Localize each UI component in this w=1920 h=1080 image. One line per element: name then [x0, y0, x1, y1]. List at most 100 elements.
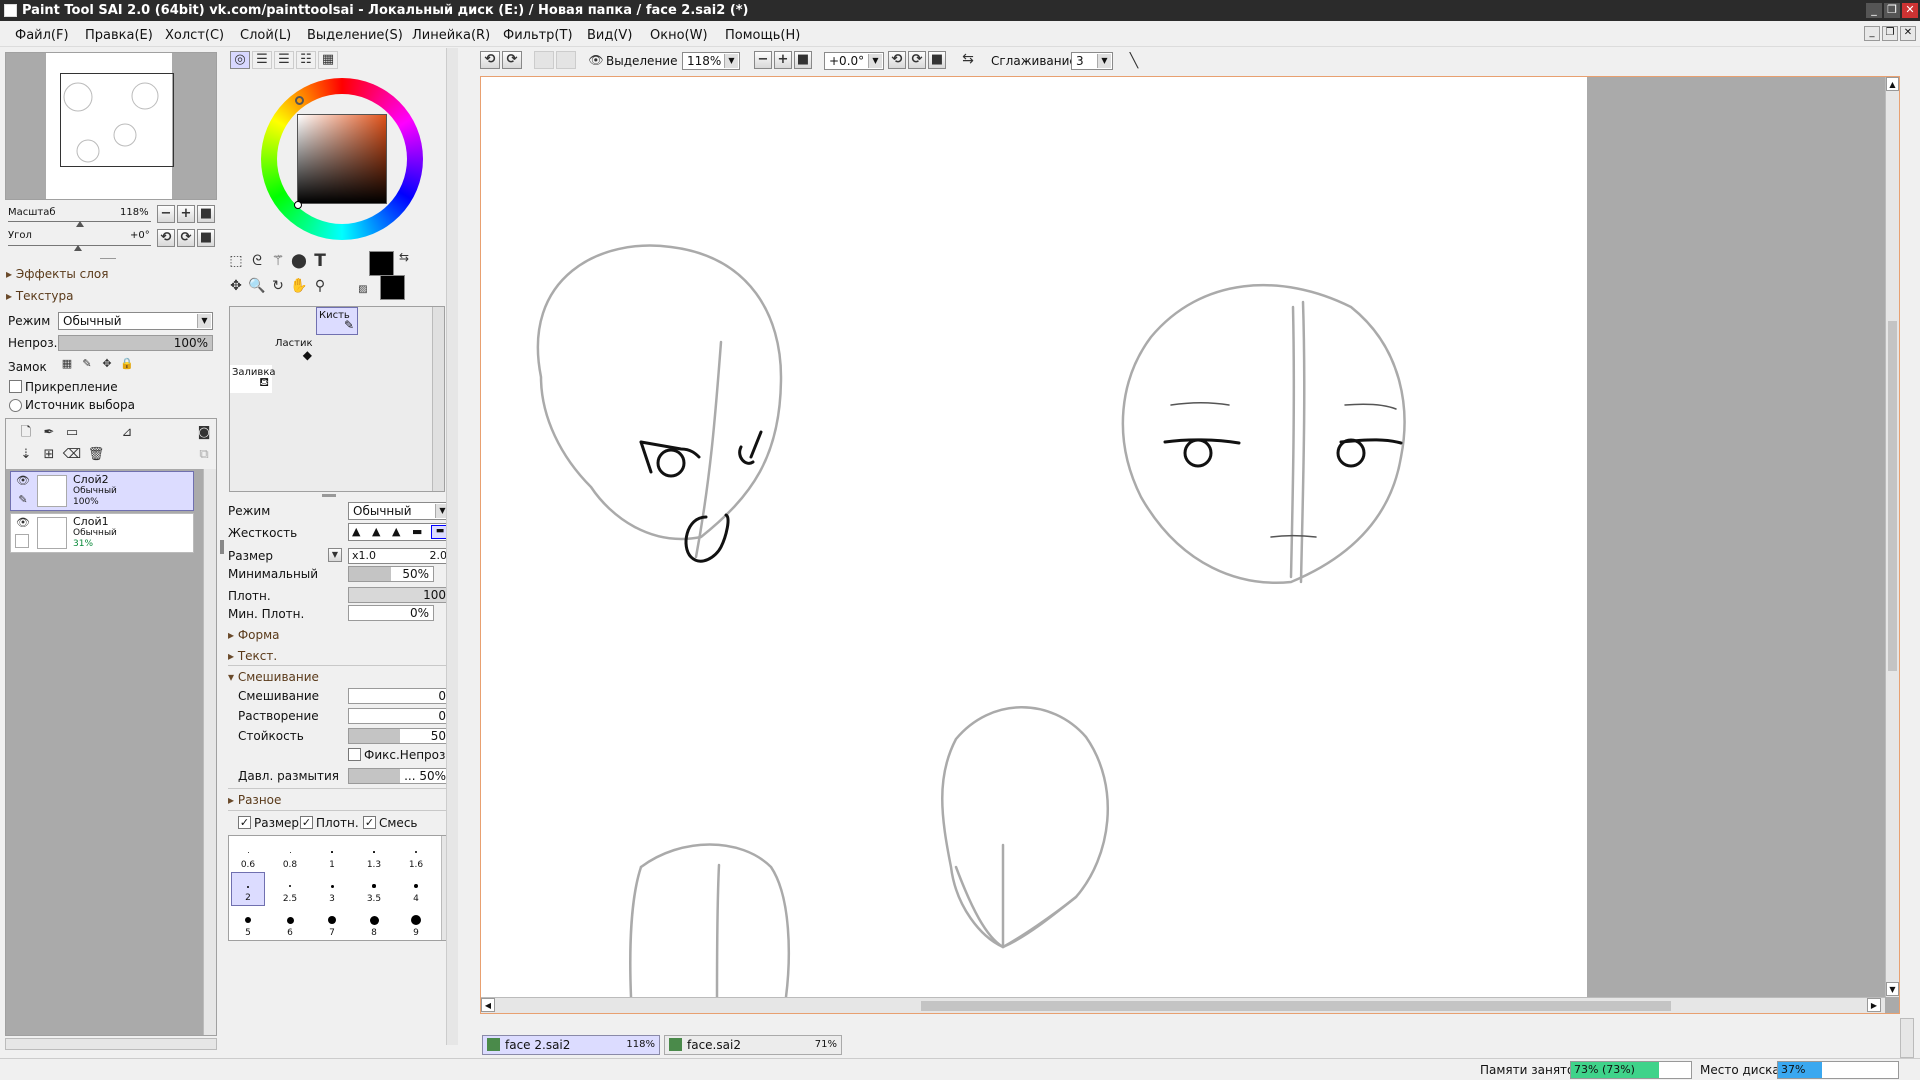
close-icon[interactable]: ✕: [1902, 3, 1918, 18]
canvas-viewport[interactable]: ▲ ▼ ◀ ▶: [480, 76, 1900, 1014]
tool-panel-scrollbar[interactable]: [446, 48, 458, 1045]
brush-size-preset[interactable]: 1.6: [399, 838, 433, 872]
zoom-icon[interactable]: 🔍: [247, 276, 267, 296]
size-dropdown-button[interactable]: ▼: [328, 548, 342, 562]
pressure-density-checkbox[interactable]: ✓: [300, 816, 313, 829]
new-folder-icon[interactable]: ▭: [62, 423, 82, 443]
navigator-preview[interactable]: [5, 52, 217, 200]
deselect-button[interactable]: [534, 51, 554, 69]
menu-edit[interactable]: Правка(E): [85, 28, 153, 43]
menu-filter[interactable]: Фильтр(T): [503, 28, 573, 43]
menu-view[interactable]: Вид(V): [587, 28, 632, 43]
tool-slot-eraser[interactable]: Ластик ◆: [273, 336, 315, 364]
layer-mode-select[interactable]: Обычный ▼: [58, 312, 213, 330]
layer-row[interactable]: 👁 Слой1 Обычный 31%: [10, 513, 194, 553]
zoom-reset-button[interactable]: ■: [197, 205, 215, 223]
brush-mode-select[interactable]: Обычный ▼: [348, 502, 451, 520]
rotate-reset-button[interactable]: ■: [197, 229, 215, 247]
scroll-down-icon[interactable]: ▼: [1886, 982, 1899, 996]
layer-opacity-slider[interactable]: 100%: [58, 335, 213, 351]
brush-size-preset[interactable]: 3.5: [357, 872, 391, 906]
rotate-icon[interactable]: ↻: [268, 276, 288, 296]
min-size-slider[interactable]: 50%: [348, 566, 434, 582]
shape-tool-icon[interactable]: ⬤: [289, 251, 309, 271]
canvas-zoom-out-button[interactable]: −: [754, 51, 772, 69]
tool-slots-resize-handle[interactable]: [322, 494, 336, 497]
primary-color-swatch[interactable]: [369, 251, 394, 276]
tabs-scrollbar[interactable]: [1900, 1018, 1914, 1058]
blur-pressure-slider[interactable]: ... 50%: [348, 768, 451, 784]
pressure-blend-checkbox[interactable]: ✓: [363, 816, 376, 829]
clipping-checkbox[interactable]: [9, 380, 22, 393]
layer-list-hscrollbar[interactable]: [5, 1038, 217, 1050]
misc-section-toggle[interactable]: Разное: [228, 793, 282, 807]
blending-slider[interactable]: 0: [348, 688, 451, 704]
eye-icon[interactable]: 👁: [13, 514, 33, 532]
transparent-color-icon[interactable]: ▨: [353, 280, 373, 300]
scroll-right-icon[interactable]: ▶: [1867, 998, 1881, 1012]
canvas-zoom-select[interactable]: 118% ▼: [682, 52, 740, 70]
hsv-slider-mode-button[interactable]: ☰: [274, 51, 294, 69]
doc-restore-icon[interactable]: ❐: [1882, 26, 1898, 41]
zoom-out-button[interactable]: −: [157, 205, 175, 223]
keep-opacity-checkbox[interactable]: [348, 748, 361, 761]
eye-icon[interactable]: 👁: [13, 472, 33, 490]
minimize-icon[interactable]: _: [1866, 3, 1882, 18]
zoom-in-button[interactable]: +: [177, 205, 195, 223]
scroll-up-icon[interactable]: ▲: [1886, 77, 1899, 91]
new-layer-icon[interactable]: 🗋: [16, 423, 36, 443]
hardness-3-icon[interactable]: ▲: [392, 525, 400, 538]
delete-layer-icon[interactable]: 🗑: [86, 445, 106, 465]
scroll-left-icon[interactable]: ◀: [481, 998, 495, 1012]
invert-selection-button[interactable]: [556, 51, 576, 69]
min-density-slider[interactable]: 0%: [348, 605, 434, 621]
rotate-right-button[interactable]: ⟳: [177, 229, 195, 247]
undo-button[interactable]: ⟲: [480, 51, 500, 69]
brush-size-preset[interactable]: 1.3: [357, 838, 391, 872]
canvas-rotate-right-button[interactable]: ⟳: [908, 51, 926, 69]
line-tool-icon[interactable]: ╲: [1124, 51, 1144, 71]
restore-icon[interactable]: ❐: [1884, 3, 1900, 18]
lock-paint-icon[interactable]: ✎: [77, 354, 97, 374]
lasso-icon[interactable]: ᘓ: [247, 251, 267, 271]
menu-help[interactable]: Помощь(H): [725, 28, 800, 43]
lock-transparency-icon[interactable]: ▦: [57, 354, 77, 374]
layer-lock-slot[interactable]: [15, 534, 29, 548]
tool-slot-brush[interactable]: Кисть ✎: [316, 307, 358, 335]
pressure-size-checkbox[interactable]: ✓: [238, 816, 251, 829]
rgb-slider-mode-button[interactable]: ☰: [252, 51, 272, 69]
rotate-left-button[interactable]: ⟲: [157, 229, 175, 247]
canvas-zoom-in-button[interactable]: +: [774, 51, 792, 69]
brush-size-preset[interactable]: 2.5: [273, 872, 307, 906]
brush-size-preset[interactable]: 2: [231, 872, 265, 906]
document-tab-active[interactable]: face 2.sai2 118%: [482, 1035, 660, 1055]
hand-icon[interactable]: ✋: [289, 276, 309, 296]
tool-slot-fill[interactable]: Заливка ⛾: [230, 365, 276, 393]
canvas-rotate-reset-button[interactable]: ■: [928, 51, 946, 69]
color-wheel-mode-button[interactable]: ◎: [230, 51, 250, 69]
hardness-4-icon[interactable]: ▬: [412, 525, 422, 538]
duplicate-layer-icon[interactable]: ⊞: [39, 445, 59, 465]
magic-wand-icon[interactable]: ⚚: [268, 251, 288, 271]
brush-size-preset[interactable]: 3: [315, 872, 349, 906]
menu-ruler[interactable]: Линейка(R): [412, 28, 490, 43]
brush-size-preset[interactable]: 8: [357, 906, 391, 940]
texture-section-toggle[interactable]: Текст.: [228, 649, 277, 663]
text-tool-icon[interactable]: T: [310, 251, 330, 271]
menu-file[interactable]: Файл(F): [15, 28, 69, 43]
menu-layer[interactable]: Слой(L): [240, 28, 291, 43]
merge-down-icon[interactable]: ⇣: [16, 445, 36, 465]
flip-horizontal-icon[interactable]: ⇆: [958, 49, 978, 69]
angle-slider-thumb[interactable]: [74, 245, 82, 251]
ruler-layer-icon[interactable]: ⊿: [117, 423, 137, 443]
menu-selection[interactable]: Выделение(S): [307, 28, 403, 43]
blending-section-toggle[interactable]: Смешивание: [228, 670, 319, 684]
layer-options-icon[interactable]: ⧉: [194, 445, 214, 465]
swap-colors-icon[interactable]: ⇆: [394, 247, 414, 267]
swatches-mode-button[interactable]: ☷: [296, 51, 316, 69]
size-input[interactable]: x1.0 2.0: [348, 548, 451, 564]
layer-list-scrollbar[interactable]: [203, 469, 216, 1035]
brush-size-preset[interactable]: 9: [399, 906, 433, 940]
mask-layer-icon[interactable]: ◙: [194, 423, 214, 443]
persistence-slider[interactable]: 50: [348, 728, 451, 744]
